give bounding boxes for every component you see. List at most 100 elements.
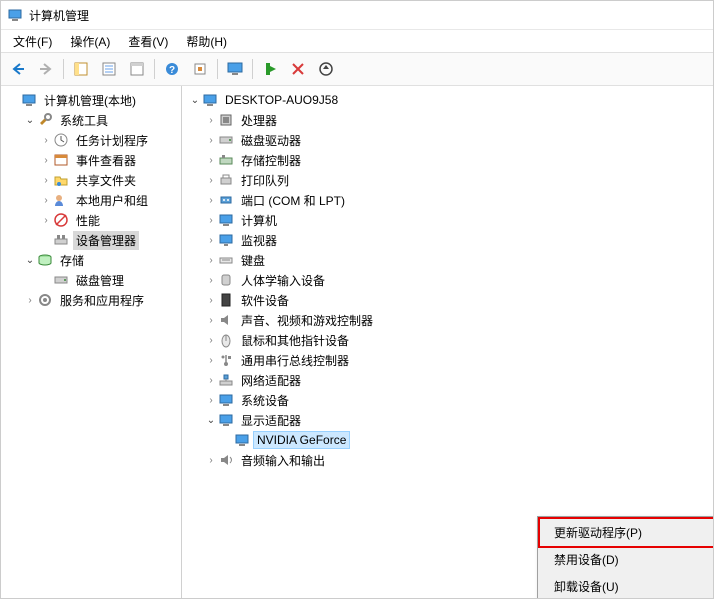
- device-cat-sound[interactable]: › 声音、视频和游戏控制器: [202, 310, 713, 330]
- nav-system-tools[interactable]: ⌄ 系统工具: [21, 110, 181, 130]
- device-cat-processors[interactable]: › 处理器: [202, 110, 713, 130]
- device-cat-audio_io-label: 音频输入和输出: [238, 451, 328, 470]
- chevron-right-icon[interactable]: ›: [204, 253, 218, 267]
- chevron-right-icon[interactable]: ›: [204, 233, 218, 247]
- device-cat-usb[interactable]: › 通用串行总线控制器: [202, 350, 713, 370]
- menu-action[interactable]: 操作(A): [62, 31, 118, 52]
- device-cat-software_dev[interactable]: ›软件设备: [202, 290, 713, 310]
- device-cat-audio_io[interactable]: › 音频输入和输出: [202, 450, 713, 470]
- nav-device-manager[interactable]: 设备管理器: [37, 230, 181, 250]
- show-hide-tree-button[interactable]: [68, 57, 94, 81]
- device-cat-system_devices[interactable]: ›系统设备: [202, 390, 713, 410]
- nav-disk-mgmt-label: 磁盘管理: [73, 271, 127, 290]
- chevron-right-icon[interactable]: ›: [204, 273, 218, 287]
- chevron-down-icon[interactable]: ⌄: [23, 113, 37, 127]
- device-manager-icon: [53, 232, 69, 248]
- chevron-right-icon[interactable]: ›: [39, 173, 53, 187]
- chevron-right-icon[interactable]: ›: [204, 453, 218, 467]
- nav-system-tools-label: 系统工具: [57, 111, 111, 130]
- device-cat-keyboards[interactable]: ›键盘: [202, 250, 713, 270]
- sound-icon: [218, 312, 234, 328]
- processors-icon: [218, 112, 234, 128]
- chevron-right-icon[interactable]: ›: [204, 373, 218, 387]
- cm-update-driver[interactable]: 更新驱动程序(P): [540, 519, 713, 546]
- device-root[interactable]: ⌄ DESKTOP-AUO9J58: [186, 90, 713, 110]
- chevron-right-icon[interactable]: ›: [39, 193, 53, 207]
- chevron-right-icon[interactable]: ›: [39, 153, 53, 167]
- nav-local-users[interactable]: › 本地用户和组: [37, 190, 181, 210]
- back-button[interactable]: [5, 57, 31, 81]
- nav-root-label: 计算机管理(本地): [41, 91, 139, 110]
- mice-icon: [218, 332, 234, 348]
- device-cat-disk_drives[interactable]: ›磁盘驱动器: [202, 130, 713, 150]
- users-icon: [53, 192, 69, 208]
- device-cat-computer_cat-label: 计算机: [238, 211, 280, 230]
- help-button[interactable]: ?: [159, 57, 185, 81]
- nav-services-apps[interactable]: › 服务和应用程序: [21, 290, 181, 310]
- device-cat-computer_cat[interactable]: › 计算机: [202, 210, 713, 230]
- cm-uninstall[interactable]: 卸载设备(U): [540, 573, 713, 598]
- device-cat-storage_ctrl[interactable]: ›存储控制器: [202, 150, 713, 170]
- device-cat-print_queues[interactable]: ›打印队列: [202, 170, 713, 190]
- expander-icon: [7, 93, 21, 107]
- properties-button[interactable]: [96, 57, 122, 81]
- enable-button[interactable]: [257, 57, 283, 81]
- device-cat-monitors[interactable]: ›监视器: [202, 230, 713, 250]
- device-cat-sound-label: 声音、视频和游戏控制器: [238, 311, 376, 330]
- export-button[interactable]: [124, 57, 150, 81]
- chevron-right-icon[interactable]: ›: [204, 113, 218, 127]
- audio_io-icon: [218, 452, 234, 468]
- device-tree[interactable]: ⌄ DESKTOP-AUO9J58 ›处理器›磁盘驱动器›存储控制器›打印队列›…: [182, 86, 713, 598]
- device-cat-ports[interactable]: ›端口 (COM 和 LPT): [202, 190, 713, 210]
- chevron-right-icon[interactable]: ›: [39, 213, 53, 227]
- window-title: 计算机管理: [29, 7, 89, 24]
- device-cat-mice[interactable]: ›鼠标和其他指针设备: [202, 330, 713, 350]
- nav-performance[interactable]: › 性能: [37, 210, 181, 230]
- nav-storage[interactable]: ⌄ 存储: [21, 250, 181, 270]
- menu-file[interactable]: 文件(F): [5, 31, 60, 52]
- update-driver-button[interactable]: [313, 57, 339, 81]
- chevron-right-icon[interactable]: ›: [204, 393, 218, 407]
- chevron-right-icon[interactable]: ›: [204, 353, 218, 367]
- chevron-down-icon[interactable]: ⌄: [188, 93, 202, 107]
- highlight-annotation: 更新驱动程序(P): [538, 517, 713, 548]
- chevron-right-icon[interactable]: ›: [204, 193, 218, 207]
- device-cat-processors-label: 处理器: [238, 111, 280, 130]
- device-cat-hid[interactable]: ›人体学输入设备: [202, 270, 713, 290]
- device-cat-display-label: 显示适配器: [238, 411, 304, 430]
- chevron-right-icon[interactable]: ›: [204, 333, 218, 347]
- chevron-right-icon[interactable]: ›: [204, 313, 218, 327]
- computer-mgmt-icon: [21, 92, 37, 108]
- toolbar: ?: [1, 52, 713, 86]
- chevron-right-icon[interactable]: ›: [204, 173, 218, 187]
- nav-root[interactable]: 计算机管理(本地): [5, 90, 181, 110]
- keyboards-icon: [218, 252, 234, 268]
- nav-shared-folders[interactable]: › 共享文件夹: [37, 170, 181, 190]
- device-nvidia[interactable]: NVIDIA GeForce: [218, 430, 713, 450]
- forward-button[interactable]: [33, 57, 59, 81]
- chevron-right-icon[interactable]: ›: [204, 133, 218, 147]
- chevron-down-icon[interactable]: ⌄: [204, 413, 218, 427]
- device-cat-display[interactable]: ⌄ 显示适配器: [202, 410, 713, 430]
- chevron-down-icon[interactable]: ⌄: [23, 253, 37, 267]
- display-adapter-icon: [234, 432, 250, 448]
- hid-icon: [218, 272, 234, 288]
- chevron-right-icon[interactable]: ›: [204, 293, 218, 307]
- chevron-right-icon[interactable]: ›: [204, 213, 218, 227]
- chevron-right-icon[interactable]: ›: [23, 293, 37, 307]
- nav-shared-folders-label: 共享文件夹: [73, 171, 139, 190]
- device-cat-usb-label: 通用串行总线控制器: [238, 351, 352, 370]
- chevron-right-icon[interactable]: ›: [39, 133, 53, 147]
- refresh-button[interactable]: [187, 57, 213, 81]
- monitor-button[interactable]: [222, 57, 248, 81]
- nav-event-viewer[interactable]: › 事件查看器: [37, 150, 181, 170]
- left-nav-tree[interactable]: 计算机管理(本地) ⌄ 系统工具: [1, 86, 182, 598]
- disable-button[interactable]: [285, 57, 311, 81]
- cm-disable-device[interactable]: 禁用设备(D): [540, 546, 713, 573]
- menu-help[interactable]: 帮助(H): [178, 31, 235, 52]
- chevron-right-icon[interactable]: ›: [204, 153, 218, 167]
- nav-task-scheduler[interactable]: › 任务计划程序: [37, 130, 181, 150]
- device-cat-network[interactable]: ›网络适配器: [202, 370, 713, 390]
- nav-disk-mgmt[interactable]: 磁盘管理: [37, 270, 181, 290]
- menu-view[interactable]: 查看(V): [120, 31, 176, 52]
